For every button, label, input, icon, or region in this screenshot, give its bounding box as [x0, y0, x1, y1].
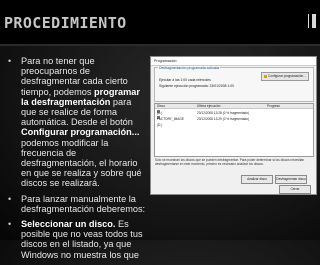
bullet-list: • Para no tener que preocuparnos de desfr…	[8, 56, 146, 265]
slide-title: PROCEDIMIENTO	[4, 14, 127, 32]
column-header-disk[interactable]: Disco	[155, 104, 195, 109]
bullet-item: • Para lanzar manualmente la desfragmenta…	[8, 194, 146, 214]
title-accent-bar	[312, 14, 316, 28]
schedule-frequency: Ejecutar a las 1:00 cada miércoles	[159, 78, 211, 82]
schedule-status: Desfragmentación programada activada	[158, 66, 221, 70]
bullet-marker: •	[8, 193, 12, 204]
bullet-text: Para lanzar manualmente la desfragmentac…	[21, 193, 146, 214]
bullet-item: • Seleccionar un disco. Es posible que no…	[8, 219, 146, 260]
disk-table: Disco Última ejecución Progreso (C:) 23/…	[154, 103, 314, 157]
schedule-next-run: Siguiente ejecución programada: 23/01/20…	[159, 84, 235, 88]
shield-icon	[264, 74, 268, 78]
disk-last-run: 23/12/2008 13:29 (0 % fragmentado)	[197, 117, 250, 121]
configure-schedule-button[interactable]: Configurar programación...	[261, 72, 309, 81]
analyze-disk-button[interactable]: Analizar disco	[241, 175, 273, 184]
defragment-disk-button[interactable]: Desfragmentar disco	[275, 175, 307, 184]
title-divider	[0, 44, 320, 46]
defrag-dialog-screenshot: Programación: Desfragmentación programad…	[150, 56, 317, 195]
bullet-emphasis: Seleccionar un disco.	[21, 219, 116, 230]
slide: PROCEDIMIENTO • Para no tener que preocup…	[0, 0, 320, 260]
bullet-text: podemos modificar la frecuencia de desfr…	[21, 137, 142, 189]
bullet-item: • Para no tener que preocuparnos de desfr…	[8, 56, 146, 189]
dialog-header: Programación:	[151, 57, 316, 66]
bullet-emphasis: Configurar programación...	[21, 127, 140, 138]
title-bar: PROCEDIMIENTO	[0, 0, 320, 44]
column-header-progress[interactable]: Progreso	[265, 104, 313, 109]
close-button[interactable]: Cerrar	[279, 185, 311, 194]
configure-schedule-label: Configurar programación...	[268, 74, 306, 78]
bullet-marker: •	[8, 219, 12, 230]
title-accent-line	[308, 14, 309, 28]
dialog-header-label: Programación:	[154, 59, 178, 63]
table-row[interactable]: FACTORY_IMAGE (D:) 23/12/2008 13:29 (0 %…	[155, 116, 313, 127]
schedule-group: Desfragmentación programada activada Eje…	[154, 66, 314, 102]
column-header-last-run[interactable]: Última ejecución	[195, 104, 265, 109]
bullet-marker: •	[8, 56, 12, 66]
disk-name: FACTORY_IMAGE (D:)	[157, 117, 184, 127]
dialog-footer-note: Solo se muestran los discos que se puede…	[155, 158, 305, 166]
